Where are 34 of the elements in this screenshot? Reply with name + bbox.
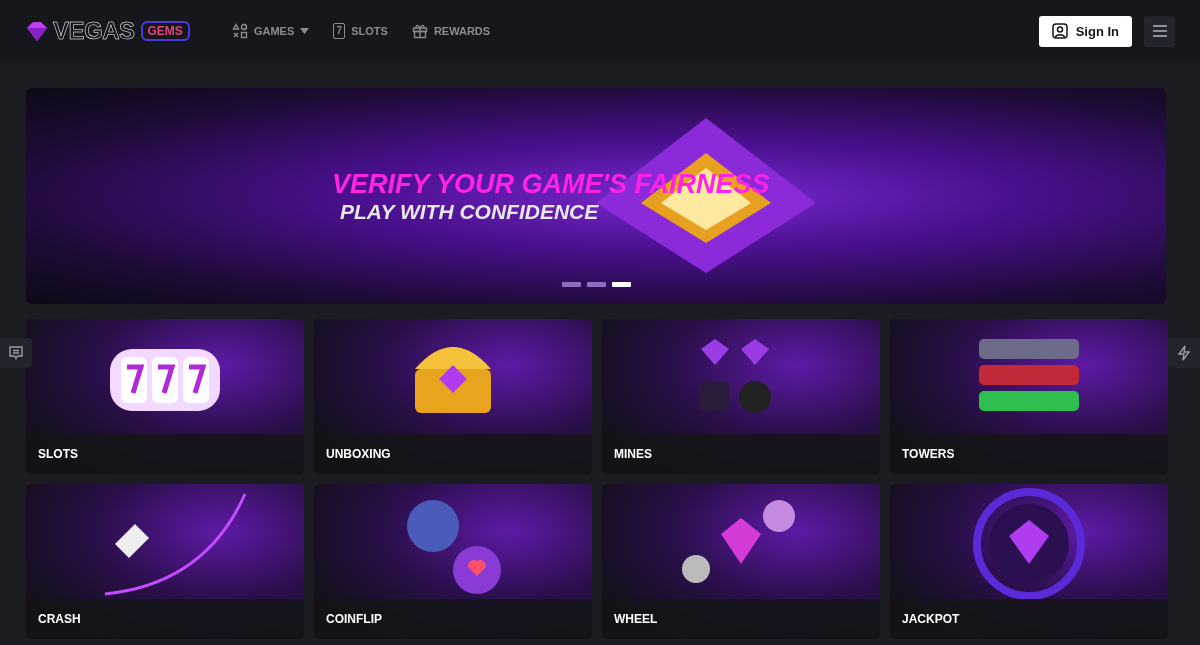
game-card[interactable]: MINES (602, 319, 880, 474)
user-icon (1051, 23, 1068, 39)
gem-logo-icon (25, 20, 49, 42)
gift-icon (411, 23, 428, 39)
nav-link[interactable]: 7 SLOTS (333, 23, 388, 39)
logo-badge: GEMS (140, 21, 190, 41)
game-card[interactable]: CRASH (26, 484, 304, 639)
game-card[interactable]: COINFLIP (314, 484, 592, 639)
lightning-tab[interactable] (1168, 338, 1200, 368)
game-title: SLOTS (26, 434, 304, 474)
nav-link[interactable]: GAMES (231, 23, 310, 39)
game-card[interactable]: UNBOXING (314, 319, 592, 474)
game-card[interactable]: JACKPOT (890, 484, 1168, 639)
banner-title: VERIFY YOUR GAME'S FAIRNESS (332, 168, 771, 200)
nav-link[interactable]: REWARDS (411, 23, 491, 39)
game-card[interactable]: WHEEL (602, 484, 880, 639)
chat-tab[interactable] (0, 338, 32, 368)
game-title: MINES (602, 434, 880, 474)
game-card[interactable]: TOWERS (890, 319, 1168, 474)
menu-button[interactable] (1144, 15, 1175, 47)
game-title: COINFLIP (314, 599, 592, 639)
game-title: WHEEL (602, 599, 880, 639)
game-title: UNBOXING (314, 434, 592, 474)
logo-wordmark: VEGAS (53, 17, 135, 45)
chat-icon (8, 345, 24, 361)
menu-icon (1152, 25, 1167, 37)
sign-in-button[interactable]: Sign In (1038, 15, 1132, 47)
banner-subtitle: PLAY WITH CONFIDENCE (340, 199, 600, 224)
game-title: CRASH (26, 599, 304, 639)
caret-icon (300, 28, 310, 34)
seven-icon: 7 (333, 23, 346, 39)
controller-symbols-icon (231, 23, 248, 39)
game-card[interactable]: SLOTS (26, 319, 304, 474)
lightning-icon (1177, 345, 1191, 361)
